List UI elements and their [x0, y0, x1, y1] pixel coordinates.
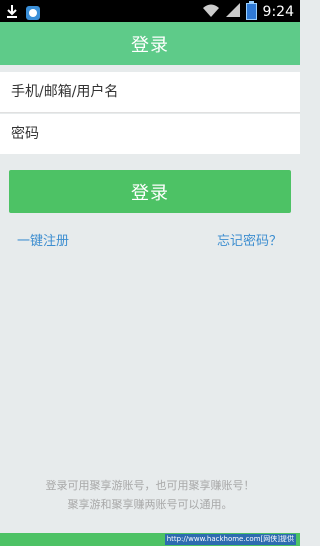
signal-icon [225, 2, 240, 21]
username-input[interactable] [9, 83, 293, 101]
password-input[interactable] [9, 125, 293, 143]
status-bar: 9:24 [0, 0, 300, 22]
login-button[interactable]: 登录 [9, 170, 291, 213]
account-note-line-1: 登录可用聚享游账号，也可用聚享赚账号！ [45, 479, 255, 492]
app-notification-icon [26, 5, 40, 20]
account-note: 登录可用聚享游账号，也可用聚享赚账号！ 聚享游和聚享赚两账号可以通用。 [0, 476, 300, 514]
title-bar: 登录 [0, 22, 300, 65]
wifi-icon [202, 2, 220, 21]
account-note-line-2: 聚享游和聚享赚两账号可以通用。 [67, 498, 233, 511]
watermark: http://www.hackhome.com[网侠]提供 [164, 534, 296, 545]
username-field[interactable] [0, 72, 300, 112]
forgot-password-link[interactable]: 忘记密码？ [217, 230, 282, 249]
password-field[interactable] [0, 114, 300, 154]
download-icon [6, 3, 18, 22]
clock: 9:24 [262, 3, 294, 20]
field-divider [0, 112, 300, 113]
register-link[interactable]: 一键注册 [17, 230, 69, 249]
page-title: 登录 [131, 34, 169, 56]
battery-icon [245, 1, 257, 20]
